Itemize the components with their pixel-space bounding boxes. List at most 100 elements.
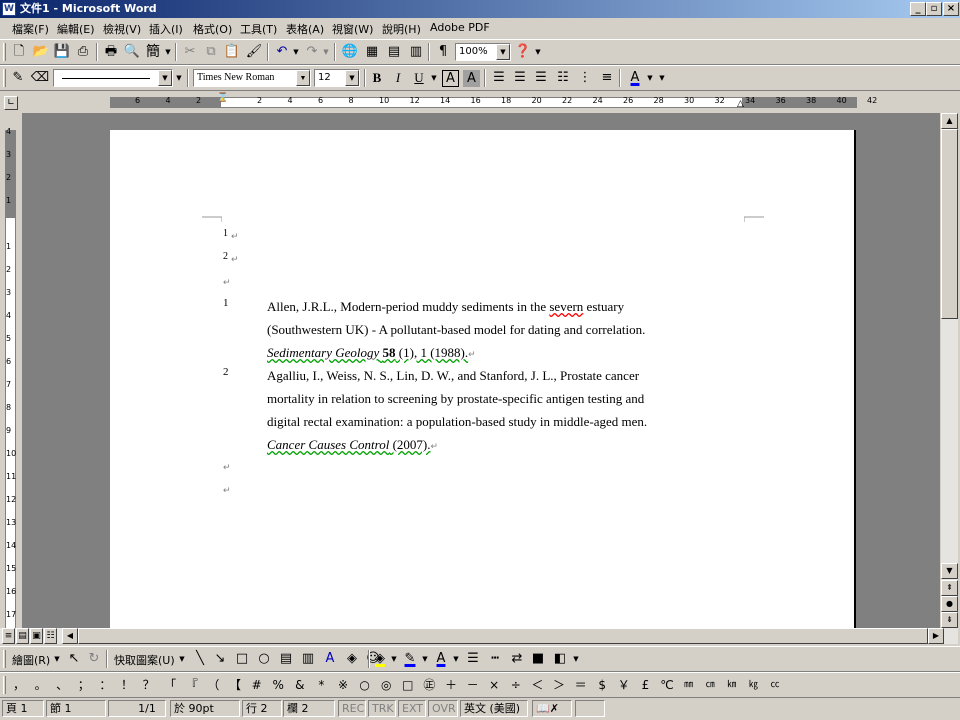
symbol-button[interactable]: # [246, 675, 268, 695]
insert-excel-icon[interactable]: ▥ [406, 42, 426, 62]
scroll-left-button[interactable]: ◀ [62, 628, 78, 644]
arrow-style-icon[interactable]: ⇄ [507, 649, 527, 669]
previous-page-button[interactable]: ⇞ [941, 580, 958, 596]
next-page-button[interactable]: ⇟ [941, 612, 958, 628]
chevron-down-icon[interactable]: ▼ [296, 70, 310, 86]
line-color-dropdown[interactable]: ▼ [421, 649, 429, 669]
status-ext[interactable]: EXT [398, 700, 426, 717]
menu-file[interactable]: 檔案(F) [12, 21, 49, 37]
right-indent-marker[interactable]: △ [737, 99, 744, 109]
pen-icon[interactable]: ✎ [8, 68, 28, 88]
symbol-button[interactable]: $ [591, 675, 613, 695]
cut-icon[interactable]: ✂ [180, 42, 200, 62]
align-right-icon[interactable]: ☰ [531, 68, 551, 88]
reference-entry[interactable]: Allen, J.R.L., Modern-period muddy sedim… [267, 295, 717, 366]
vertical-scrollbar[interactable]: ▲ ▼ ⇞ ● ⇟ [941, 113, 958, 628]
toolbar-options-dropdown[interactable]: ▼ [658, 68, 666, 88]
wordart-icon[interactable]: A [320, 649, 340, 669]
symbol-button[interactable]: ￥ [613, 675, 635, 695]
redo-dropdown[interactable]: ▼ [322, 42, 330, 62]
symbol-button[interactable]: × [483, 675, 505, 695]
status-trk[interactable]: TRK [368, 700, 396, 717]
draw-menu-button[interactable]: 繪圖(R) [12, 652, 50, 668]
symbol-button[interactable]: ÷ [505, 675, 527, 695]
scroll-down-button[interactable]: ▼ [941, 563, 958, 579]
symbol-button[interactable]: ＋ [440, 675, 462, 695]
fill-color-icon[interactable]: ◈ [370, 649, 390, 669]
3d-style-icon[interactable]: ◧ [550, 649, 570, 669]
vertical-text-box-icon[interactable]: ▥ [298, 649, 318, 669]
scroll-up-button[interactable]: ▲ [941, 113, 958, 129]
font-color-icon[interactable]: A [625, 68, 645, 88]
indent-marker[interactable]: ⌛ [217, 94, 228, 103]
toolbar-options-dropdown[interactable]: ▼ [534, 42, 542, 62]
spelling-status-icon[interactable]: 📖✗ [532, 700, 572, 717]
symbol-button[interactable]: ： [94, 675, 116, 695]
scroll-thumb[interactable] [941, 129, 958, 319]
shadow-style-icon[interactable]: ■ [528, 649, 548, 669]
align-center-icon[interactable]: ☰ [510, 68, 530, 88]
fill-color-dropdown[interactable]: ▼ [390, 649, 398, 669]
eraser-icon[interactable]: ⌫ [30, 68, 50, 88]
font-color-icon[interactable]: A [431, 649, 451, 669]
symbol-button[interactable]: ！ [116, 675, 138, 695]
menu-help[interactable]: 說明(H) [382, 21, 421, 37]
status-language[interactable]: 英文 (美國) [460, 700, 528, 717]
menu-adobe-pdf[interactable]: Adobe PDF [430, 21, 490, 34]
character-border-icon[interactable]: A [442, 70, 459, 87]
reference-entry[interactable]: Agalliu, I., Weiss, N. S., Lin, D. W., a… [267, 364, 717, 458]
print-preview-icon[interactable]: 🔍 [122, 42, 142, 62]
help-icon[interactable]: ❓ [513, 42, 533, 62]
undo-icon[interactable]: ↶ [272, 42, 292, 62]
align-left-icon[interactable]: ☰ [489, 68, 509, 88]
line-weight-dropdown[interactable]: ▼ [175, 68, 183, 88]
insert-table-icon[interactable]: ▤ [384, 42, 404, 62]
status-ovr[interactable]: OVR [428, 700, 458, 717]
tab-selector[interactable]: ∟ [4, 96, 18, 110]
tables-borders-icon[interactable]: ▦ [362, 42, 382, 62]
underline-dropdown[interactable]: ▼ [430, 68, 438, 88]
symbol-button[interactable]: ㎜ [678, 675, 700, 695]
chevron-down-icon[interactable]: ▼ [496, 44, 510, 60]
permission-icon[interactable]: ⎙ [73, 42, 93, 62]
free-rotate-icon[interactable]: ↻ [84, 649, 104, 669]
line-icon[interactable]: ╲ [190, 649, 210, 669]
toolbar-grip[interactable] [3, 69, 6, 87]
hyperlink-icon[interactable]: 🌐 [340, 42, 360, 62]
scroll-thumb[interactable] [78, 628, 928, 644]
arrow-icon[interactable]: ↘ [210, 649, 230, 669]
print-layout-icon[interactable]: ▣ [30, 628, 43, 644]
numbering-icon[interactable]: ⋮ [575, 68, 595, 88]
symbol-button[interactable]: ＜ [526, 675, 548, 695]
symbol-button[interactable]: % [267, 675, 289, 695]
font-color-dropdown[interactable]: ▼ [646, 68, 654, 88]
menu-table[interactable]: 表格(A) [286, 21, 324, 37]
font-name-select[interactable]: Times New Roman ▼ [193, 69, 311, 87]
symbol-button[interactable]: （ [202, 675, 224, 695]
rectangle-icon[interactable]: □ [232, 649, 252, 669]
new-document-icon[interactable]: 🗋 [9, 42, 29, 62]
symbol-button[interactable]: ㎏ [742, 675, 764, 695]
insert-diagram-icon[interactable]: ◈ [342, 649, 362, 669]
bold-button[interactable]: B [367, 68, 387, 88]
toolbar-grip[interactable] [3, 676, 6, 694]
browse-object-button[interactable]: ● [941, 596, 958, 612]
symbol-button[interactable]: ㎝ [699, 675, 721, 695]
scroll-right-button[interactable]: ▶ [928, 628, 944, 644]
draw-menu-dropdown[interactable]: ▼ [53, 649, 61, 669]
menu-window[interactable]: 視窗(W) [332, 21, 373, 37]
italic-button[interactable]: I [388, 68, 408, 88]
symbol-button[interactable]: ㎞ [721, 675, 743, 695]
symbol-button[interactable]: ＝ [570, 675, 592, 695]
symbol-button[interactable]: & [289, 675, 311, 695]
copy-icon[interactable]: ⧉ [201, 42, 221, 62]
symbol-button[interactable]: £ [634, 675, 656, 695]
undo-dropdown[interactable]: ▼ [292, 42, 300, 62]
zoom-select[interactable]: 100% ▼ [455, 43, 511, 61]
line-color-icon[interactable]: ✎ [400, 649, 420, 669]
symbol-button[interactable]: ？ [138, 675, 160, 695]
chevron-down-icon[interactable]: ▼ [345, 70, 359, 86]
toolbar-grip[interactable] [3, 650, 6, 668]
symbol-button[interactable]: □ [397, 675, 419, 695]
oval-icon[interactable]: ○ [254, 649, 274, 669]
